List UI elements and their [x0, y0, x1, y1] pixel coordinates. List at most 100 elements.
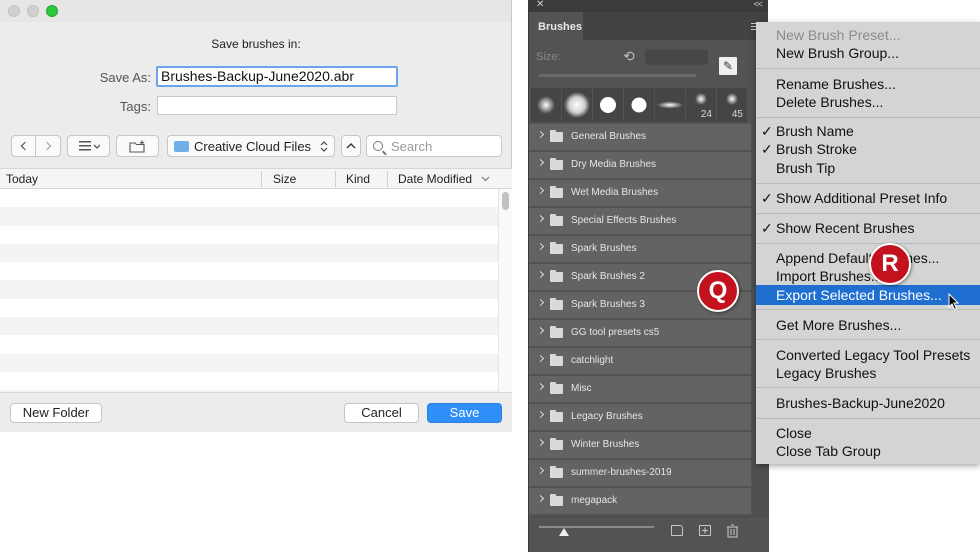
list-row [0, 335, 498, 354]
trash-icon[interactable] [726, 524, 739, 543]
chevron-right-icon[interactable] [536, 186, 545, 195]
size-slider[interactable] [539, 74, 696, 77]
menu-close-tab-group[interactable]: Close Tab Group [776, 443, 881, 459]
search-field[interactable]: Search [366, 135, 502, 157]
expand-collapse-button[interactable] [341, 135, 361, 157]
chevron-right-icon[interactable] [536, 466, 545, 475]
save-button[interactable]: Save [427, 403, 502, 423]
recent-brush[interactable] [624, 88, 654, 122]
chevron-right-icon[interactable] [536, 382, 545, 391]
chevron-right-icon[interactable] [536, 130, 545, 139]
menu-export-selected-brushes[interactable]: Export Selected Brushes... [776, 287, 942, 303]
file-list-scrollbar[interactable] [498, 189, 512, 392]
recent-brushes: 24 45 [531, 88, 767, 122]
location-select[interactable]: Creative Cloud Files [167, 135, 335, 157]
chevron-right-icon[interactable] [536, 494, 545, 503]
new-brush-icon[interactable] [699, 525, 711, 536]
updown-chevron-icon [320, 141, 328, 152]
menu-brushes-backup[interactable]: Brushes-Backup-June2020 [776, 395, 945, 411]
brush-group[interactable]: Special Effects Brushes [529, 208, 751, 234]
chevron-right-icon[interactable] [536, 354, 545, 363]
menu-delete-brushes[interactable]: Delete Brushes... [776, 94, 883, 110]
new-group-folder-icon[interactable] [671, 525, 683, 536]
brush-group[interactable]: Misc [529, 376, 751, 402]
preview-size-slider[interactable] [539, 526, 654, 528]
folder-icon [550, 382, 563, 394]
menu-rename-brushes[interactable]: Rename Brushes... [776, 76, 896, 92]
zoom-window-button[interactable] [46, 5, 58, 17]
close-panel-icon[interactable]: ✕ [536, 0, 544, 10]
panel-top-strip: ✕ << [529, 0, 768, 12]
menu-brush-stroke[interactable]: ✓ Brush Stroke [761, 141, 857, 157]
back-forward-control[interactable] [11, 135, 61, 157]
cancel-button[interactable]: Cancel [344, 403, 419, 423]
brush-group[interactable]: Legacy Brushes [529, 404, 751, 430]
chevron-right-icon[interactable] [536, 410, 545, 419]
brush-group[interactable]: Dry Media Brushes [529, 152, 751, 178]
close-window-button[interactable] [8, 5, 20, 17]
recent-brush[interactable] [655, 88, 685, 122]
recent-brush[interactable] [593, 88, 623, 122]
chevron-right-icon[interactable] [536, 326, 545, 335]
column-kind[interactable]: Kind [346, 172, 370, 186]
list-row [0, 280, 498, 299]
menu-show-recent-brushes[interactable]: ✓ Show Recent Brushes [761, 220, 915, 236]
brush-group[interactable]: catchlight [529, 348, 751, 374]
menu-legacy-brushes[interactable]: Legacy Brushes [776, 365, 876, 381]
recent-brush[interactable] [562, 88, 592, 122]
brush-group[interactable]: megapack [529, 488, 751, 514]
new-folder-button[interactable]: New Folder [10, 403, 102, 423]
file-list[interactable] [0, 189, 498, 392]
menu-new-brush-group[interactable]: New Brush Group... [776, 45, 899, 61]
menu-get-more-brushes[interactable]: Get More Brushes... [776, 317, 901, 333]
menu-brush-tip[interactable]: Brush Tip [776, 160, 835, 176]
chevron-right-icon[interactable] [536, 438, 545, 447]
brush-group[interactable]: General Brushes [529, 124, 751, 150]
view-options-button[interactable] [67, 135, 110, 157]
collapse-panel-icon[interactable]: << [753, 0, 762, 9]
hard-brush-icon [600, 97, 616, 113]
reset-size-icon[interactable]: ⟲ [623, 48, 635, 65]
brush-size-count: 24 [700, 109, 712, 120]
chevron-right-icon[interactable] [536, 158, 545, 167]
chevron-right-icon[interactable] [536, 270, 545, 279]
new-folder-toolbar-button[interactable] [116, 135, 159, 157]
save-as-field[interactable]: Brushes-Backup-June2020.abr [156, 66, 398, 87]
column-size[interactable]: Size [273, 172, 296, 186]
brush-group[interactable]: Spark Brushes [529, 236, 751, 262]
recent-brush-45[interactable]: 45 [717, 88, 747, 122]
chevron-right-icon[interactable] [536, 242, 545, 251]
brush-group[interactable]: Wet Media Brushes [529, 180, 751, 206]
recent-brush[interactable] [531, 88, 561, 122]
scrollbar-thumb[interactable] [502, 192, 509, 210]
size-label: Size: [536, 51, 561, 63]
folder-icon [550, 298, 563, 310]
brush-settings-icon[interactable]: ✎ [719, 57, 737, 75]
soft-brush-large-icon [564, 92, 590, 118]
folder-icon [550, 130, 563, 142]
brush-group[interactable]: Winter Brushes [529, 432, 751, 458]
minimize-window-button[interactable] [27, 5, 39, 17]
recent-brush-24[interactable]: 24 [686, 88, 716, 122]
chevron-right-icon[interactable] [536, 214, 545, 223]
slider-thumb[interactable] [559, 528, 569, 536]
back-icon[interactable] [20, 141, 30, 151]
menu-converted-legacy[interactable]: Converted Legacy Tool Presets [776, 347, 970, 363]
brush-group[interactable]: GG tool presets cs5 [529, 320, 751, 346]
menu-close[interactable]: Close [776, 425, 812, 441]
tab-brushes[interactable]: Brushes [529, 12, 583, 40]
size-field[interactable] [645, 49, 708, 65]
list-row [0, 189, 498, 208]
menu-append-default[interactable]: Append Default Brushes... [776, 250, 939, 266]
tags-field[interactable] [157, 96, 397, 115]
menu-show-additional-info[interactable]: ✓ Show Additional Preset Info [761, 190, 947, 206]
forward-icon[interactable] [42, 141, 52, 151]
tags-label: Tags: [119, 99, 151, 114]
menu-import-brushes[interactable]: Import Brushes... [776, 268, 883, 284]
column-date-modified[interactable]: Date Modified [398, 172, 472, 186]
brush-group[interactable]: summer-brushes-2019 [529, 460, 751, 486]
menu-brush-name[interactable]: ✓ Brush Name [761, 123, 854, 139]
column-today[interactable]: Today [6, 172, 38, 186]
sort-chevron-icon [481, 176, 490, 182]
chevron-right-icon[interactable] [536, 298, 545, 307]
